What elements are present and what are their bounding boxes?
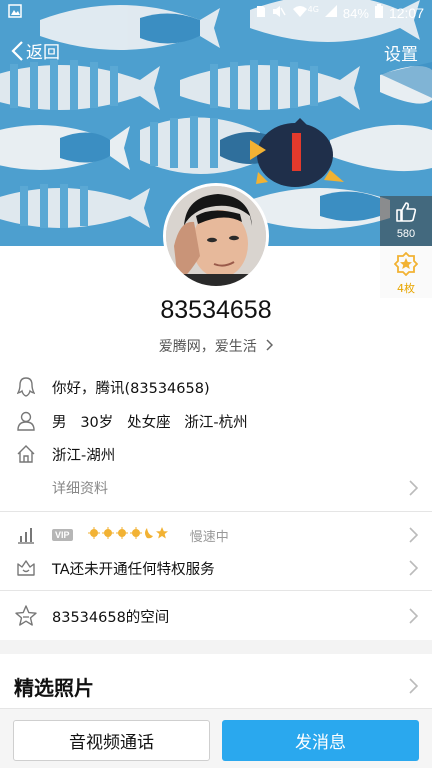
badge-count: 4枚 (397, 282, 415, 295)
star-badge-icon (393, 251, 419, 277)
hometown-row: 浙江-湖州 (0, 443, 432, 465)
signature-link[interactable]: 爱腾网，爱生活 (0, 336, 432, 356)
chevron-right-icon (266, 339, 274, 351)
vip-level-row[interactable]: VIP 慢速中 (0, 524, 432, 546)
video-call-button[interactable]: 音视频通话 (13, 720, 210, 761)
basic-info-row: 男 30岁 处女座 浙江-杭州 (0, 410, 432, 432)
sim-icon (256, 5, 266, 22)
crown-icon (15, 557, 37, 579)
divider (0, 511, 432, 512)
section-gap (0, 640, 432, 654)
like-button[interactable]: 580 (380, 196, 432, 246)
qq-penguin-icon (15, 376, 37, 398)
level-chart-icon (15, 524, 37, 546)
privilege-row[interactable]: TA还未开通任何特权服务 (0, 557, 432, 579)
mute-icon (272, 5, 286, 22)
privilege-text: TA还未开通任何特权服务 (52, 561, 215, 578)
settings-button[interactable]: 设置 (384, 40, 418, 65)
featured-photos-title[interactable]: 精选照片 (14, 672, 94, 701)
chevron-right-icon (409, 608, 418, 624)
thumbs-up-icon (396, 202, 417, 222)
avatar[interactable] (163, 183, 269, 289)
person-icon (15, 410, 37, 432)
chevron-right-icon (409, 527, 418, 543)
signal-icon (324, 5, 337, 21)
badge-button[interactable]: 4枚 (380, 246, 432, 298)
bottom-action-bar: 音视频通话 发消息 (0, 708, 432, 768)
details-row[interactable]: 详细资料 (0, 476, 432, 500)
star-icon (15, 605, 37, 627)
wifi-icon (292, 5, 308, 22)
clock: 12:07 (388, 5, 424, 21)
qzone-label: 83534658的空间 (52, 609, 170, 626)
status-bar: 4G 84% 12:07 (0, 0, 432, 26)
qzone-row[interactable]: 83534658的空间 (0, 604, 432, 628)
level-icons (87, 526, 175, 544)
speed-status: 慢速中 (189, 529, 229, 545)
send-message-button[interactable]: 发消息 (222, 720, 419, 761)
battery-percent: 84% (342, 5, 369, 21)
qq-name-text: 你好，腾讯(83534658) (52, 380, 210, 397)
hometown-text: 浙江-湖州 (52, 447, 116, 464)
top-navigation: 返回 设置 (0, 34, 432, 68)
battery-icon (374, 4, 383, 22)
chevron-left-icon (11, 40, 23, 61)
vip-tag: VIP (52, 529, 73, 541)
divider (0, 590, 432, 591)
chevron-right-icon (409, 480, 418, 496)
home-icon (15, 443, 37, 465)
network-type-label: 4G (307, 4, 319, 14)
qq-name-row: 你好，腾讯(83534658) (0, 376, 432, 398)
details-label: 详细资料 (52, 481, 108, 497)
chevron-right-icon (409, 560, 418, 576)
chevron-right-icon[interactable] (408, 678, 418, 694)
back-button[interactable]: 返回 (10, 38, 60, 63)
avatar-photo (166, 186, 266, 286)
qq-number: 83534658 (160, 296, 272, 324)
back-label: 返回 (26, 43, 60, 63)
like-count: 580 (396, 228, 416, 240)
signature-text: 爱腾网，爱生活 (158, 339, 257, 355)
gallery-notification-icon (8, 4, 22, 22)
basic-info-text: 男 30岁 处女座 浙江-杭州 (52, 414, 248, 431)
